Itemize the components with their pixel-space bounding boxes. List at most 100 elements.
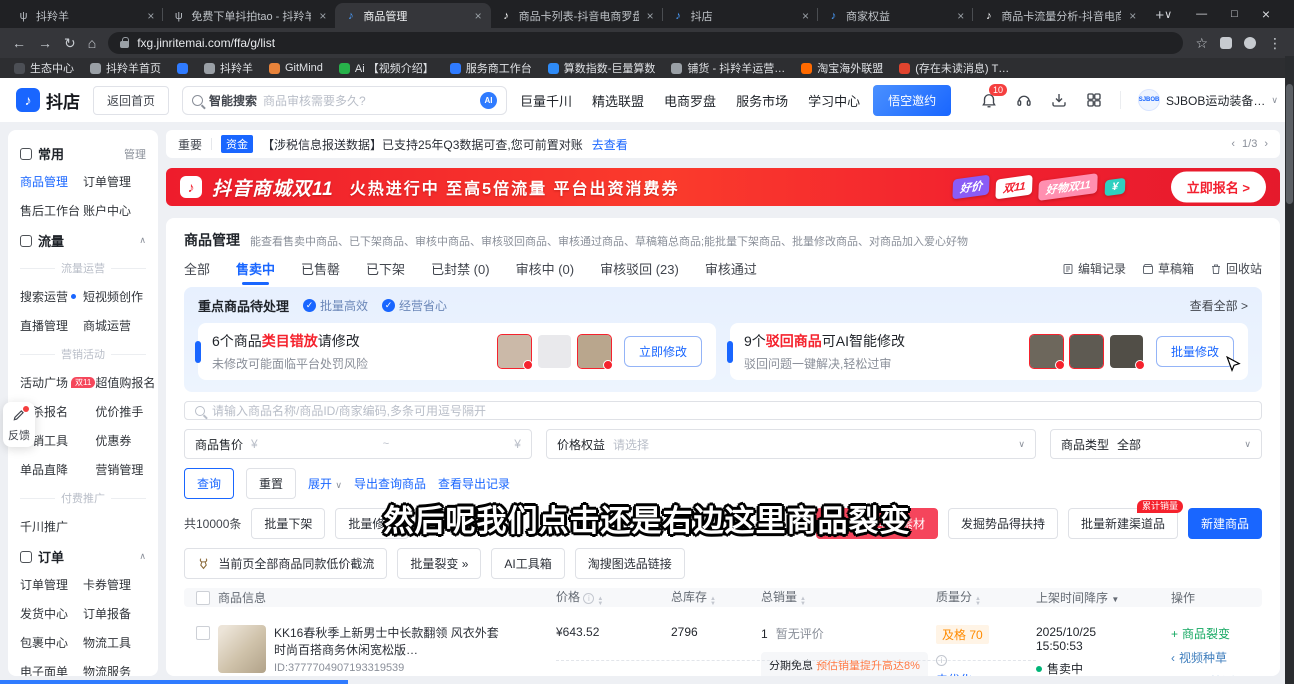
browser-tab[interactable]: ψ 免费下单抖拍tao - 抖羚羊运营 × (163, 3, 335, 28)
banner-signup-button[interactable]: 立即报名 > (1171, 172, 1266, 203)
status-tab[interactable]: 售卖中 (236, 259, 275, 278)
reload-icon[interactable]: ↻ (64, 35, 76, 52)
url-bar[interactable]: fxg.jinritemai.com/ffa/g/list (108, 32, 1183, 54)
global-search-input[interactable]: 智能搜索 商品审核需要多久? AI (182, 86, 507, 115)
sidebar-link[interactable]: 电子面单 (20, 663, 83, 676)
back-icon[interactable]: ← (12, 35, 26, 51)
home-icon[interactable]: ⌂ (88, 35, 96, 51)
tab-close-icon[interactable]: × (645, 9, 654, 23)
bookmark-item[interactable]: Ai 【视频介绍】 (339, 60, 434, 76)
sidebar-link[interactable]: 发货中心 (20, 605, 83, 622)
new-tab-button[interactable]: + (1155, 7, 1164, 24)
reset-button[interactable]: 重置 (246, 468, 296, 499)
create-product-button[interactable]: 新建商品 (1188, 508, 1262, 539)
notice-view-link[interactable]: 去查看 (592, 136, 628, 153)
batch-offshelf-button[interactable]: 批量下架 (251, 508, 325, 539)
price-range-filter[interactable]: 商品售价 ¥ ~ ¥ (184, 429, 532, 459)
bookmark-item[interactable]: 抖羚羊 (204, 60, 253, 76)
browser-tab[interactable]: ♪ 商品管理 × (335, 3, 490, 28)
sort-icon[interactable]: ▲▼ (597, 597, 603, 607)
tab-close-icon[interactable]: × (1127, 9, 1136, 23)
wukong-invite-button[interactable]: 悟空邀约 (873, 85, 951, 116)
row-operation-link[interactable]: ‹ 视频种草 (1171, 649, 1250, 666)
product-search-input[interactable]: 请输入商品名称/商品ID/商家编码,多条可用逗号隔开 (184, 401, 1262, 420)
extensions-icon[interactable] (1220, 37, 1232, 49)
tab-close-icon[interactable]: × (473, 9, 482, 23)
col-quality[interactable]: 质量分▲▼ (936, 588, 1036, 607)
sidebar-link[interactable]: 订单管理 (83, 173, 146, 190)
sidebar-link[interactable]: 优价推手 (95, 403, 155, 420)
browser-tab[interactable]: ♪ 抖店 × (663, 3, 818, 28)
sort-icon[interactable]: ▲▼ (975, 597, 981, 607)
status-tab[interactable]: 已售罄 (301, 259, 340, 278)
browser-tab[interactable]: ψ 抖羚羊 × (8, 3, 163, 28)
drafts-button[interactable]: 草稿箱 (1142, 260, 1194, 277)
batch-fix-button[interactable]: 批量修改 (1156, 336, 1234, 367)
manage-link[interactable]: 管理 (124, 146, 146, 162)
download-center-icon[interactable] (1050, 91, 1068, 109)
export-history-link[interactable]: 查看导出记录 (438, 475, 510, 492)
tab-close-icon[interactable]: × (800, 9, 809, 23)
select-all-checkbox[interactable] (196, 591, 210, 605)
bookmark-item[interactable]: (存在未读消息) T… (899, 60, 1009, 76)
query-button[interactable]: 查询 (184, 468, 234, 499)
bookmark-item[interactable]: 生态中心 (14, 60, 74, 76)
header-nav-link[interactable]: 学习中心 (808, 91, 860, 110)
row-checkbox[interactable] (196, 626, 210, 640)
bookmark-item[interactable]: GitMind (269, 62, 323, 74)
optimize-link[interactable]: 去优化 (936, 673, 972, 676)
sidebar-link[interactable]: 售后工作台 (20, 202, 83, 219)
lowprice-intercept-button[interactable]: 当前页全部商品同款低价截流 (184, 548, 387, 579)
header-nav-link[interactable]: 电商罗盘 (664, 91, 716, 110)
sidebar-section-common[interactable]: 常用 管理 (20, 144, 146, 163)
feedback-widget[interactable]: 反馈 (3, 402, 35, 447)
browser-tab[interactable]: ♪ 商家权益 × (818, 3, 973, 28)
sidebar-link[interactable]: 优惠券 (95, 432, 155, 449)
tab-close-icon[interactable]: × (955, 9, 964, 23)
sidebar-link[interactable]: 账户中心 (83, 202, 146, 219)
sort-icon[interactable]: ▲▼ (800, 597, 806, 607)
sidebar-section-order[interactable]: 订单 ∧ (20, 547, 146, 566)
window-scrollbar[interactable] (1285, 56, 1294, 684)
sidebar-link[interactable]: 订单管理 (20, 576, 83, 593)
header-nav-link[interactable]: 精选联盟 (592, 91, 644, 110)
workbench-grid-icon[interactable] (1085, 91, 1103, 109)
browser-tab[interactable]: ♪ 商品卡流量分析-抖音电商罗盘 × (973, 3, 1145, 28)
col-sales[interactable]: 总销量▲▼ (761, 588, 936, 607)
bookmark-item[interactable]: 铺货 - 抖羚羊运营… (671, 60, 785, 76)
row-operation-link[interactable]: + 商品裂变 (1171, 625, 1250, 642)
batch-fission-button[interactable]: 批量裂变 » (397, 548, 481, 579)
sort-icon[interactable]: ▲▼ (710, 597, 716, 607)
status-tab[interactable]: 全部 (184, 259, 210, 278)
ai-search-icon[interactable]: AI (480, 92, 497, 109)
sidebar-link[interactable]: 活动广场双11 (20, 374, 95, 391)
scrollbar-thumb[interactable] (1286, 84, 1293, 204)
bookmark-item[interactable]: 算数指数-巨量算数 (548, 60, 656, 76)
chevron-up-icon[interactable]: ∧ (139, 235, 146, 246)
sidebar-link[interactable]: 物流服务 (83, 663, 146, 676)
status-tab[interactable]: 审核中 (0) (516, 259, 575, 278)
status-tab[interactable]: 审核通过 (705, 259, 757, 278)
status-tab[interactable]: 审核驳回 (23) (600, 259, 679, 278)
bookmark-item[interactable] (177, 63, 188, 74)
window-menu-icon[interactable]: ∨ (1164, 8, 1172, 21)
pager-prev-icon[interactable]: ‹ (1231, 138, 1235, 150)
sidebar-link[interactable]: 单品直降 (20, 461, 95, 478)
chevron-up-icon[interactable]: ∧ (139, 551, 146, 562)
product-image[interactable] (218, 625, 266, 673)
sidebar-link[interactable]: 营销管理 (95, 461, 155, 478)
bookmark-star-icon[interactable]: ☆ (1195, 35, 1208, 52)
header-nav-link[interactable]: 巨量千川 (520, 91, 572, 110)
sidebar-link[interactable]: 物流工具 (83, 634, 146, 651)
profile-icon[interactable] (1244, 37, 1256, 49)
col-price[interactable]: 价格 i▲▼ (556, 588, 671, 607)
col-time-sort[interactable]: 上架时间降序 ▼ (1036, 589, 1171, 606)
pager-next-icon[interactable]: › (1264, 138, 1268, 150)
fix-now-button[interactable]: 立即修改 (624, 336, 702, 367)
sidebar-link[interactable]: 搜索运营 (20, 288, 83, 305)
sidebar-link[interactable]: 卡券管理 (83, 576, 146, 593)
row-operation-link[interactable]: ▣ 违规检测 (1171, 673, 1250, 676)
bell-icon[interactable]: 10 (980, 91, 998, 109)
sidebar-link[interactable]: 订单报备 (83, 605, 146, 622)
sidebar-link[interactable]: 千川推广 (20, 518, 83, 535)
